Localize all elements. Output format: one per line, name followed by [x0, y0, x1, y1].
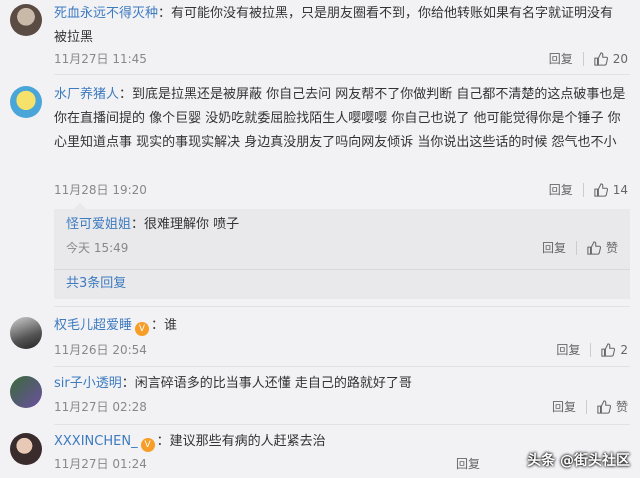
divider — [575, 240, 577, 255]
reply-button[interactable]: 回复 — [542, 239, 566, 256]
divider — [54, 269, 630, 270]
thumb-up-icon — [594, 182, 608, 197]
comment-text-block: 水厂养猪人：到底是拉黑还是被屏蔽 你自己去问 网友帮不了你做判断 自己都不清楚的… — [54, 83, 626, 155]
like-count: 20 — [612, 51, 628, 66]
comment-time: 11月27日 01:24 — [54, 457, 147, 471]
comment-time: 11月28日 19:20 — [54, 183, 147, 197]
thumb-up-icon — [587, 240, 601, 255]
avatar[interactable] — [10, 4, 42, 36]
divider — [582, 182, 584, 197]
reply-button[interactable]: 回复 — [549, 50, 573, 67]
like-button[interactable]: 赞 — [587, 239, 618, 256]
reply-button[interactable]: 回复 — [549, 181, 573, 198]
vip-badge-icon: V — [135, 322, 150, 336]
comment-actions: 回复 14 — [549, 181, 628, 198]
divider — [54, 74, 630, 75]
comment-time: 11月27日 11:45 — [54, 52, 147, 66]
reply-text: ：很难理解你 喷子 — [131, 217, 240, 232]
reply-actions: 回复 赞 — [542, 239, 618, 256]
like-count: 14 — [612, 182, 628, 197]
comment-text-block: 死血永远不得灭种：有可能你没有被拉黑，只是朋友圈看不到，你给他转账如果有名字就证… — [54, 2, 626, 50]
divider — [54, 424, 630, 425]
like-button[interactable]: 赞 — [597, 398, 628, 415]
avatar[interactable] — [10, 433, 42, 465]
reply-username[interactable]: 怪可爱姐姐 — [66, 217, 131, 232]
thumb-up-icon — [601, 342, 616, 357]
comment-actions: 回复 20 — [549, 50, 628, 67]
watermark: 头条 @街头社区 — [527, 453, 630, 469]
reply-thread: 怪可爱姐姐：很难理解你 喷子 今天 15:49 回复 赞 共3条回复 — [54, 203, 630, 299]
thumb-up-icon — [597, 399, 611, 414]
comment-actions: 回复 — [456, 455, 480, 472]
comment-text: ：闲言碎语多的比当事人还懂 走自己的路就好了哥 — [121, 376, 412, 391]
divider — [54, 366, 630, 367]
like-button[interactable]: 2 — [601, 343, 628, 357]
comment-username[interactable]: 死血永远不得灭种 — [54, 6, 158, 21]
more-replies-link[interactable]: 共3条回复 — [66, 273, 126, 295]
reply-text-block: 怪可爱姐姐：很难理解你 喷子 — [66, 213, 239, 237]
thumb-up-icon — [594, 51, 608, 66]
reply-caret — [74, 203, 86, 209]
like-count: 2 — [620, 342, 628, 357]
reply-button[interactable]: 回复 — [456, 455, 480, 472]
comment-username[interactable]: 权毛儿超爱睡 — [54, 318, 132, 333]
comment-actions: 回复 赞 — [552, 398, 628, 415]
comment-text: ：到底是拉黑还是被屏蔽 你自己去问 网友帮不了你做判断 自己都不清楚的这点破事也… — [54, 87, 626, 150]
comment-text: ：建议那些有病的人赶紧去治 — [156, 434, 326, 449]
divider — [582, 51, 584, 66]
comment-username[interactable]: 水厂养猪人 — [54, 87, 119, 102]
like-label: 赞 — [605, 241, 618, 255]
avatar[interactable] — [10, 317, 42, 349]
comment-actions: 回复 2 — [556, 341, 628, 358]
reply-button[interactable]: 回复 — [556, 341, 580, 358]
reply-time: 今天 15:49 — [66, 241, 129, 255]
comment-username[interactable]: XXXINCHEN_ — [54, 434, 138, 449]
vip-badge-icon: V — [140, 438, 155, 452]
like-button[interactable]: 14 — [594, 183, 628, 197]
comment-text: ：谁 — [151, 318, 178, 333]
divider — [590, 342, 592, 357]
divider — [585, 399, 587, 414]
avatar[interactable] — [10, 376, 42, 408]
reply-button[interactable]: 回复 — [552, 398, 576, 415]
like-label: 赞 — [615, 400, 628, 414]
comment-text-block: 权毛儿超爱睡 V ：谁 — [54, 314, 626, 338]
comment-text-block: sir子小透明：闲言碎语多的比当事人还懂 走自己的路就好了哥 — [54, 372, 626, 396]
like-button[interactable]: 20 — [594, 52, 628, 66]
divider — [54, 306, 630, 307]
comment-username[interactable]: sir子小透明 — [54, 376, 122, 391]
comment-time: 11月26日 20:54 — [54, 343, 147, 357]
avatar[interactable] — [10, 86, 42, 118]
comment-time: 11月27日 02:28 — [54, 400, 147, 414]
